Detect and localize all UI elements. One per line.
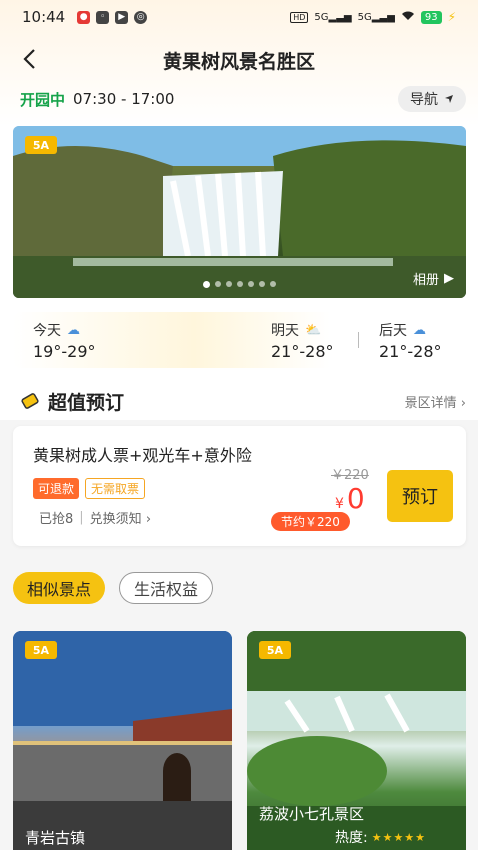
open-info-row: 开园中 07:30 - 17:00 导航 [20,86,466,112]
booking-section-header: 超值预订 景区详情 › [20,386,466,416]
carousel-dot[interactable] [203,281,210,288]
ticket-name: 黄果树成人票+观光车+意外险 [33,446,252,465]
spot-name: 荔波小七孔景区 [259,805,365,823]
ticket-icon [21,393,39,409]
sold-count: 已抢8 [39,512,74,527]
signal-icon-2: 5G▂▃▅ [357,11,395,23]
waterfall-image [13,126,466,298]
refundable-badge: 可退款 [33,478,80,499]
ticket-card[interactable]: 黄果树成人票+观光车+意外险 可退款 无需取票 已抢8 | 兑换须知 › ￥22… [13,426,466,546]
heat-rating: 热度: ★★★★★ [335,827,426,847]
tab-life-perks[interactable]: 生活权益 [119,572,214,604]
battery-icon: 93 [420,10,442,24]
section-title: 超值预订 [48,391,125,414]
exchange-note-link[interactable]: 兑换须知 › [90,508,151,527]
wechat-icon: ◦ [96,10,110,24]
ancient-town-image [13,631,232,850]
price-value: 0 [346,482,365,515]
currency-symbol: ¥ [335,496,344,512]
carousel-dot[interactable] [237,281,243,287]
spot-name: 青岩古镇 [25,829,86,847]
weather-temp: 21°-28° [379,342,442,361]
open-hours: 07:30 - 17:00 [73,90,175,108]
video-icon: ▶ [115,10,129,24]
navigate-arrow-icon [445,95,453,103]
weather-temp: 21°-28° [271,342,334,361]
weather-day-after: 后天 ☁ 21°-28° [379,320,442,362]
navigation-label: 导航 [410,92,438,108]
flame-stars-icon: ★★★★★ [371,830,427,844]
album-label: 相册 [412,273,439,288]
spot-card[interactable]: 5A 青岩古镇 [13,631,232,850]
charging-icon: ⚡ [447,10,456,24]
original-price: ￥220 [331,468,369,483]
album-button[interactable]: 相册 ▶ [413,269,454,288]
status-bar: 10:44 ● ◦ ▶ ◎ HD 5G▂▃▅ 5G▂▃▅ 93 ⚡ [0,0,478,34]
rating-tag: 5A [259,641,291,659]
carousel-dot[interactable] [248,281,254,287]
carousel-dot[interactable] [259,281,265,287]
spot-card[interactable]: 5A 荔波小七孔景区 热度: ★★★★★ [247,631,466,850]
carousel-dot[interactable] [270,281,276,287]
sun-cloud-icon: ⛅ [305,322,322,338]
divider [358,332,359,348]
header: 黄果树风景名胜区 [0,38,478,82]
scenic-banner[interactable]: 5A 相册 ▶ [13,126,466,298]
weather-day-label: 今天 [33,323,61,339]
weather-strip: 今天 ☁ 19°-29° 明天 ⛅ 21°-28° 后天 ☁ 21°-28° [13,312,466,368]
carousel-dots [13,281,466,288]
book-button[interactable]: 预订 [387,470,453,522]
wifi-icon [401,10,415,24]
heat-label: 热度: [335,830,368,846]
status-time: 10:44 [22,8,66,26]
saving-badge: 节约￥220 [271,512,350,531]
weather-day-label: 后天 [379,323,407,339]
weather-tomorrow: 明天 ⛅ 21°-28° [271,320,334,362]
no-pickup-badge: 无需取票 [85,478,146,499]
current-price: ¥ 0 [335,482,365,515]
tab-similar-spots[interactable]: 相似景点 [13,572,106,604]
scenic-detail-link[interactable]: 景区详情 › [405,392,466,411]
signal-icon-1: 5G▂▃▅ [314,11,352,23]
open-status: 开园中 [20,90,66,109]
navigation-button[interactable]: 导航 [398,86,466,112]
recommend-tabs: 相似景点 生活权益 [13,572,214,604]
weibo-icon: ● [77,10,91,24]
carousel-dot[interactable] [215,281,221,287]
weather-today: 今天 ☁ 19°-29° [33,320,96,362]
cloud-icon: ☁ [413,322,426,338]
cloud-icon: ☁ [67,322,80,338]
compass-icon: ◎ [134,10,148,24]
back-button[interactable] [14,44,44,74]
weather-temp: 19°-29° [33,342,96,361]
page-title: 黄果树风景名胜区 [162,50,315,73]
rating-tag: 5A [25,641,57,659]
hd-icon: HD [290,11,309,23]
divider: | [79,510,84,525]
carousel-dot[interactable] [226,281,232,287]
ticket-badges: 可退款 无需取票 [33,478,146,499]
rating-tag: 5A [25,136,57,154]
ticket-meta: 已抢8 | 兑换须知 › [39,508,151,527]
play-icon: ▶ [444,271,454,286]
weather-day-label: 明天 [271,323,299,339]
chevron-left-icon [23,49,35,69]
